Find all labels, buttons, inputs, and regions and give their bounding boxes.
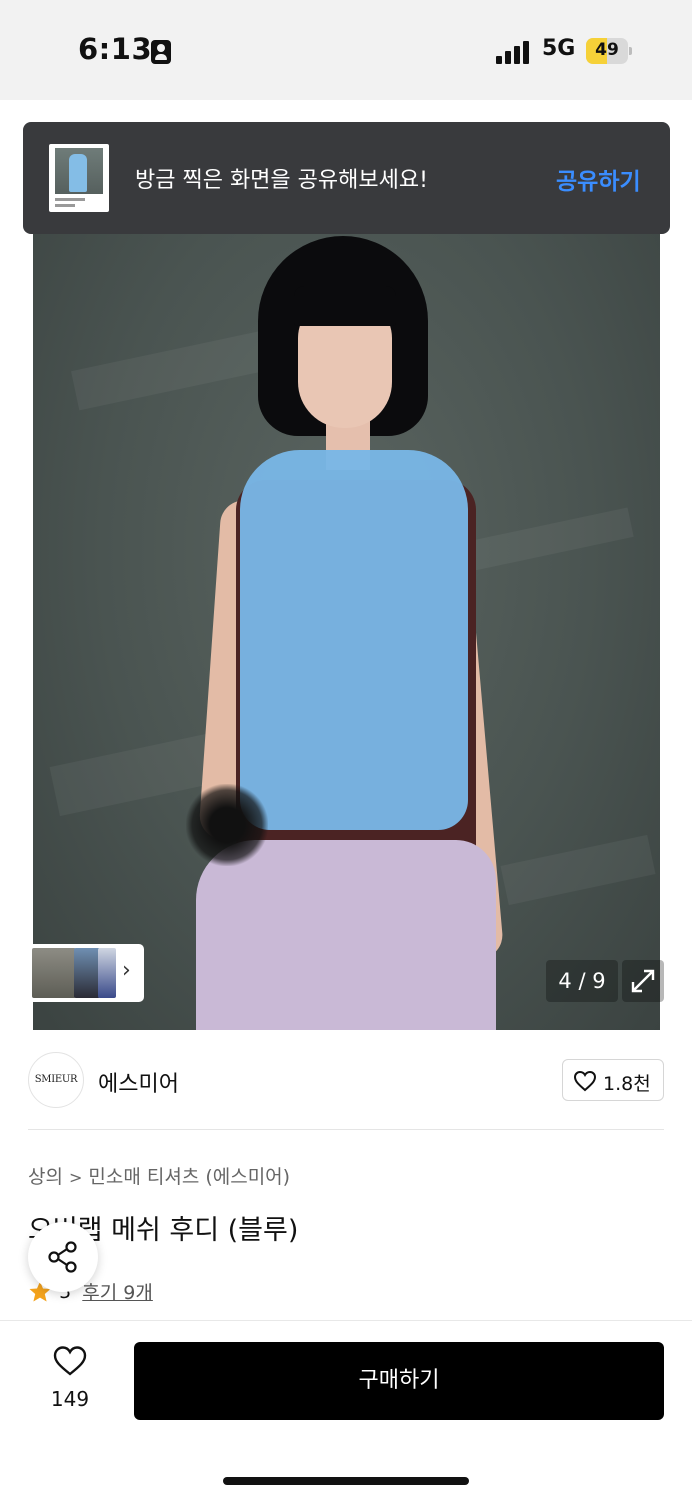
heart-outline-icon <box>573 1070 597 1092</box>
share-icon <box>48 1241 77 1273</box>
heart-outline-icon <box>53 1346 87 1376</box>
battery-icon: 49 <box>586 38 632 64</box>
screenshot-share-toast: 방금 찍은 화면을 공유해보세요! 공유하기 <box>23 122 670 234</box>
status-time: 6:13 <box>78 32 153 66</box>
screenshot-thumbnail <box>49 144 109 212</box>
battery-level: 49 <box>595 40 619 60</box>
brand-row: SMIEUR 에스미어 1.8천 <box>0 1030 692 1130</box>
share-button[interactable] <box>28 1222 98 1292</box>
divider <box>28 1129 664 1130</box>
image-counter: 4 / 9 <box>546 960 618 1002</box>
network-type: 5G <box>542 36 576 61</box>
status-bar: 6:13 5G 49 <box>0 0 692 100</box>
chevron-right-icon: › <box>122 958 131 983</box>
thumbnail-image <box>32 948 76 998</box>
toast-message: 방금 찍은 화면을 공유해보세요! <box>135 168 428 193</box>
wishlist-button[interactable]: 149 <box>40 1345 100 1415</box>
buy-button[interactable]: 구매하기 <box>134 1342 664 1420</box>
person-badge-icon <box>151 40 171 64</box>
brand-name[interactable]: 에스미어 <box>98 1066 179 1098</box>
home-indicator[interactable] <box>223 1477 469 1485</box>
thumbnail-image <box>98 948 116 998</box>
breadcrumb-item-subcategory[interactable]: 민소매 티셔츠 (에스미어) <box>88 1166 290 1188</box>
review-link[interactable]: 후기 9개 <box>82 1282 153 1304</box>
breadcrumb: 상의 > 민소매 티셔츠 (에스미어) <box>28 1162 290 1189</box>
brand-logo[interactable]: SMIEUR <box>28 1052 84 1108</box>
brand-like-button[interactable]: 1.8천 <box>562 1059 664 1101</box>
brand-like-count: 1.8천 <box>603 1073 651 1095</box>
thumbnail-image <box>74 948 100 998</box>
expand-diagonal-icon[interactable] <box>622 960 664 1002</box>
cellular-signal-icon <box>496 40 532 64</box>
bottom-action-bar: 149 구매하기 <box>0 1320 692 1500</box>
breadcrumb-item-category[interactable]: 상의 <box>28 1166 63 1188</box>
wishlist-count: 149 <box>50 1387 90 1411</box>
image-thumbnails-button[interactable]: › <box>28 944 144 1002</box>
chevron-right-icon: > <box>68 1168 83 1187</box>
share-action-button[interactable]: 공유하기 <box>556 162 641 196</box>
